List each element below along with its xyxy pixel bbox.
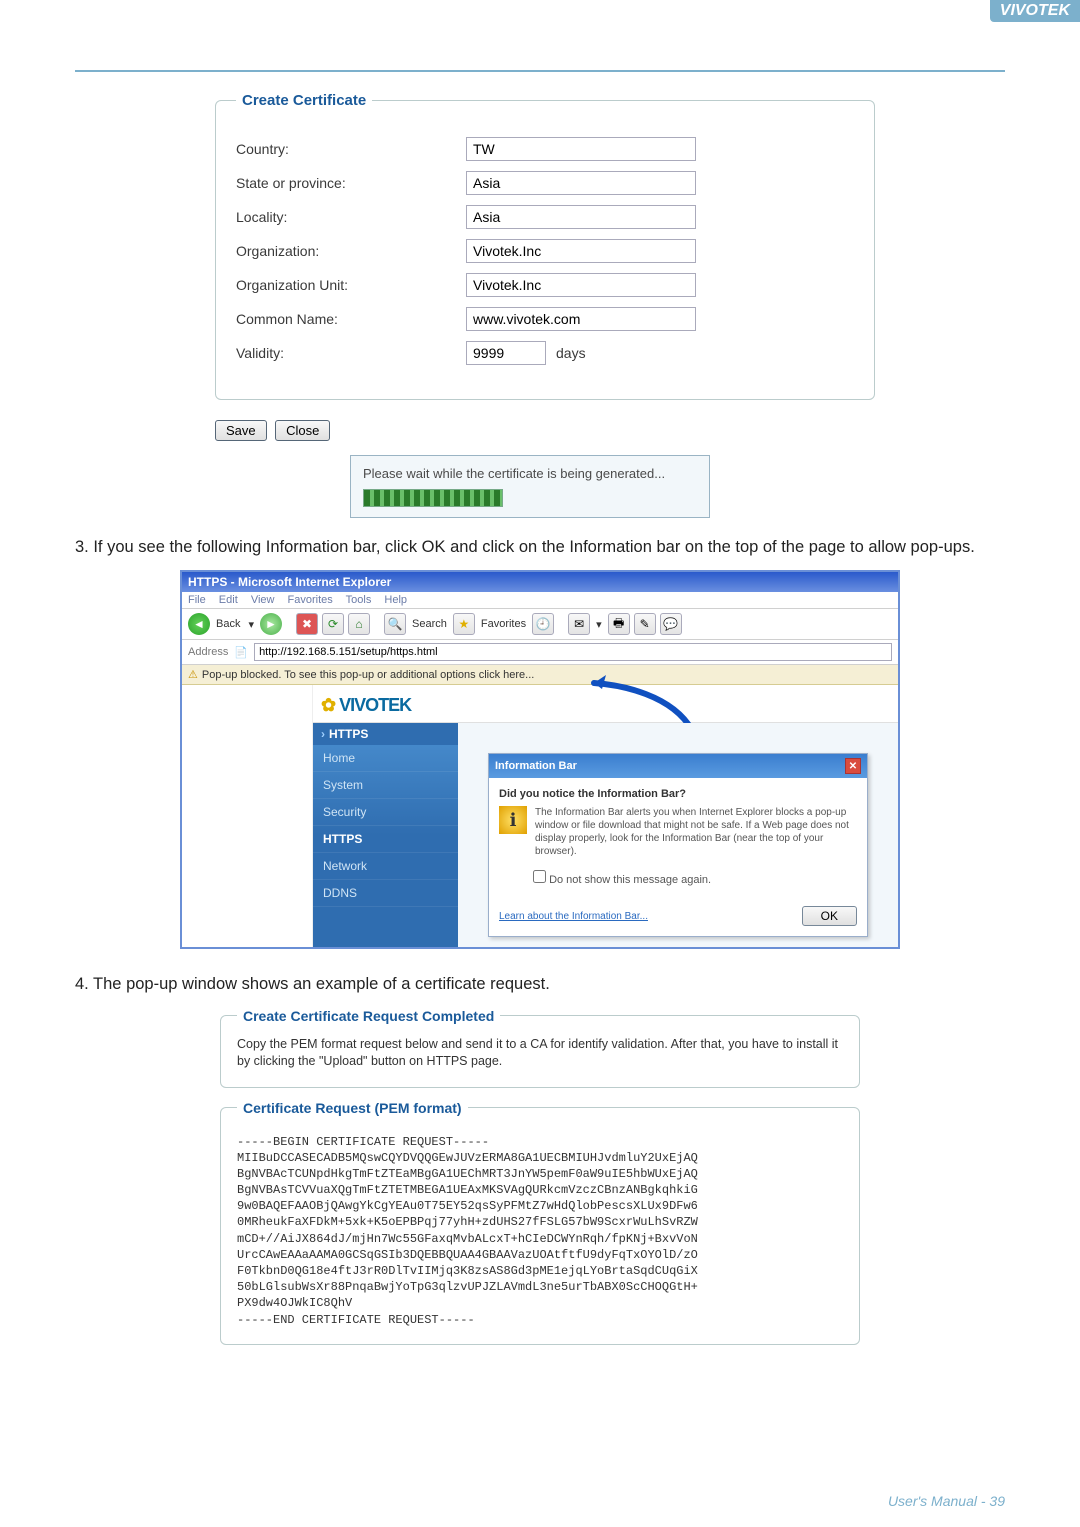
stop-icon[interactable]: ✖	[296, 613, 318, 635]
back-dropdown-icon[interactable]: ▾	[248, 618, 254, 631]
search-label[interactable]: Search	[412, 618, 447, 630]
input-cn[interactable]	[466, 307, 696, 331]
step4-text: 4. The pop-up window shows an example of…	[75, 973, 1005, 995]
generating-status-box: Please wait while the certificate is bei…	[350, 455, 710, 518]
input-state[interactable]	[466, 171, 696, 195]
sidebar-item-security[interactable]: Security	[313, 799, 458, 826]
create-certificate-panel: Create Certificate Country: State or pro…	[215, 92, 875, 400]
address-bar: Address 📄	[182, 640, 898, 665]
ok-button[interactable]: OK	[802, 906, 857, 926]
menu-favorites[interactable]: Favorites	[288, 594, 333, 606]
row-validity: Validity: days	[236, 341, 854, 365]
edit-icon[interactable]: ✎	[634, 613, 656, 635]
breadcrumb-https: HTTPS	[313, 723, 458, 745]
ie-toolbar: ◄ Back ▾ ► ✖ ⟳ ⌂ 🔍 Search ★ Favorites 🕘 …	[182, 609, 898, 640]
dialog-checkbox-label: Do not show this message again.	[549, 874, 711, 886]
row-country: Country:	[236, 137, 854, 161]
footer: User's Manual - 39	[888, 1493, 1005, 1509]
generating-text: Please wait while the certificate is bei…	[363, 466, 697, 481]
address-label: Address	[188, 646, 228, 658]
menu-help[interactable]: Help	[384, 594, 407, 606]
discuss-icon[interactable]: 💬	[660, 613, 682, 635]
input-org[interactable]	[466, 239, 696, 263]
sidebar-item-network[interactable]: Network	[313, 853, 458, 880]
menu-tools[interactable]: Tools	[346, 594, 372, 606]
ie-title-bar: HTTPS - Microsoft Internet Explorer	[182, 572, 898, 592]
input-orgunit[interactable]	[466, 273, 696, 297]
address-input[interactable]	[254, 643, 892, 661]
label-cn: Common Name:	[236, 311, 466, 327]
sidebar-item-home[interactable]: Home	[313, 745, 458, 772]
cert-req-legend2: Certificate Request (PEM format)	[237, 1100, 468, 1116]
dialog-body-text: The Information Bar alerts you when Inte…	[535, 806, 857, 858]
history-icon[interactable]: 🕘	[532, 613, 554, 635]
menu-view[interactable]: View	[251, 594, 275, 606]
save-button[interactable]: Save	[215, 420, 267, 441]
header-divider	[75, 70, 1005, 72]
dialog-title-bar: Information Bar ✕	[489, 754, 867, 778]
ie-window: HTTPS - Microsoft Internet Explorer File…	[180, 570, 900, 949]
menu-file[interactable]: File	[188, 594, 206, 606]
refresh-icon[interactable]: ⟳	[322, 613, 344, 635]
search-icon[interactable]: 🔍	[384, 613, 406, 635]
sidebar-item-ddns[interactable]: DDNS	[313, 880, 458, 907]
sidebar-item-https[interactable]: HTTPS	[313, 826, 458, 853]
input-country[interactable]	[466, 137, 696, 161]
vivotek-logo: ✿ VIVOTEK	[313, 685, 898, 723]
input-locality[interactable]	[466, 205, 696, 229]
label-days: days	[556, 345, 586, 361]
dialog-checkbox[interactable]	[533, 870, 546, 883]
dialog-learn-link[interactable]: Learn about the Information Bar...	[499, 911, 648, 922]
cert-req-desc: Copy the PEM format request below and se…	[237, 1036, 843, 1071]
cert-request-completed-panel: Create Certificate Request Completed Cop…	[220, 1008, 860, 1088]
label-validity: Validity:	[236, 345, 466, 361]
label-country: Country:	[236, 141, 466, 157]
footer-label: User's Manual -	[888, 1493, 989, 1509]
forward-icon[interactable]: ►	[260, 613, 282, 635]
footer-page: 39	[989, 1493, 1005, 1509]
print-icon[interactable]: 🖶	[608, 613, 630, 635]
progress-bar	[363, 489, 503, 507]
vivotek-logo-text: VIVOTEK	[339, 695, 411, 715]
row-org: Organization:	[236, 239, 854, 263]
row-state: State or province:	[236, 171, 854, 195]
label-locality: Locality:	[236, 209, 466, 225]
favorites-icon[interactable]: ★	[453, 613, 475, 635]
pem-text: -----BEGIN CERTIFICATE REQUEST----- MIIB…	[237, 1134, 843, 1328]
cert-req-legend1: Create Certificate Request Completed	[237, 1008, 500, 1024]
label-org: Organization:	[236, 243, 466, 259]
information-bar-dialog: Information Bar ✕ Did you notice the Inf…	[488, 753, 868, 937]
input-validity[interactable]	[466, 341, 546, 365]
sidebar-item-system[interactable]: System	[313, 772, 458, 799]
mail-dropdown-icon[interactable]: ▾	[596, 618, 602, 631]
close-button[interactable]: Close	[275, 420, 330, 441]
gear-icon: ✿	[321, 695, 335, 715]
menu-edit[interactable]: Edit	[219, 594, 238, 606]
row-locality: Locality:	[236, 205, 854, 229]
home-icon[interactable]: ⌂	[348, 613, 370, 635]
sidebar: HTTPS Home System Security HTTPS Network…	[313, 723, 458, 947]
row-cn: Common Name:	[236, 307, 854, 331]
ie-left-margin	[182, 685, 312, 947]
back-icon[interactable]: ◄	[188, 613, 210, 635]
label-state: State or province:	[236, 175, 466, 191]
popup-blocked-bar[interactable]: Pop-up blocked. To see this pop-up or ad…	[182, 665, 898, 685]
ie-menu-bar: File Edit View Favorites Tools Help	[182, 592, 898, 609]
page-favicon-icon: 📄	[234, 646, 248, 659]
dialog-title-text: Information Bar	[495, 760, 577, 772]
dialog-question: Did you notice the Information Bar?	[499, 788, 857, 800]
row-orgunit: Organization Unit:	[236, 273, 854, 297]
back-label[interactable]: Back	[216, 618, 240, 630]
step3-text: 3. If you see the following Information …	[75, 536, 1005, 558]
create-cert-legend: Create Certificate	[236, 92, 372, 109]
label-orgunit: Organization Unit:	[236, 277, 466, 293]
mail-icon[interactable]: ✉	[568, 613, 590, 635]
favorites-label[interactable]: Favorites	[481, 618, 526, 630]
close-icon[interactable]: ✕	[845, 758, 861, 774]
brand-badge: VIVOTEK	[990, 0, 1080, 22]
ie-main-area: Information Bar ✕ Did you notice the Inf…	[458, 723, 898, 947]
cert-request-pem-panel: Certificate Request (PEM format) -----BE…	[220, 1100, 860, 1345]
info-icon: ℹ	[499, 806, 527, 834]
